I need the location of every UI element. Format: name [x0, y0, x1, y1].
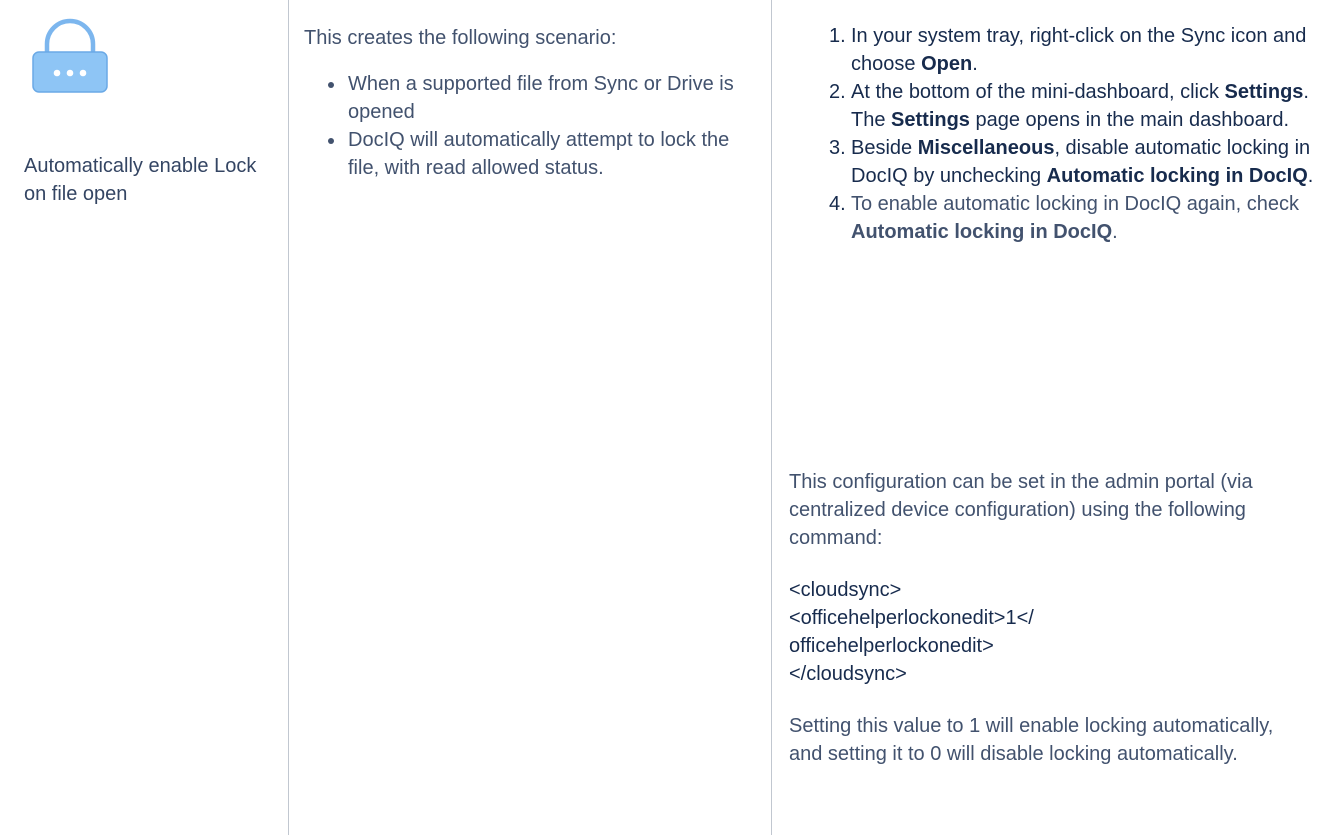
list-item: DocIQ will automatically attempt to lock… — [328, 126, 754, 182]
list-item: 3. Beside Miscellaneous, disable automati… — [789, 134, 1319, 190]
list-item: 1. In your system tray, right-click on th… — [789, 22, 1319, 78]
code-line: </cloudsync> — [789, 663, 907, 685]
config-intro: This configuration can be set in the adm… — [789, 471, 1253, 549]
list-item: When a supported file from Sync or Drive… — [328, 70, 754, 126]
bullet-text: DocIQ will automatically attempt to lock… — [348, 129, 730, 179]
feature-table: Automatically enable Lock on file open T… — [0, 0, 1333, 835]
step-number: 1. — [829, 25, 846, 47]
step-number: 4. — [829, 193, 846, 215]
scenario-list: When a supported file from Sync or Drive… — [328, 70, 754, 182]
closing-note: Setting this value to 1 will enable lock… — [789, 715, 1274, 765]
code-line: officehelperlockonedit> — [789, 635, 994, 657]
step-number: 3. — [829, 137, 846, 159]
step-text: Beside — [851, 137, 918, 159]
step-text: . — [1307, 165, 1314, 187]
step-bold: Automatic locking in DocIQ — [851, 221, 1113, 243]
column-divider — [288, 0, 289, 835]
step-bold: Automatic locking in DocIQ — [1046, 165, 1308, 187]
lock-icon — [32, 18, 108, 93]
code-line: <officehelperlockonedit>1</ — [789, 607, 1034, 629]
step-text: page opens in the main dashboard. — [969, 109, 1290, 131]
step-bold: Settings — [1224, 81, 1304, 103]
config-command: <cloudsync> <officehelperlockonedit>1</ … — [789, 576, 1309, 688]
step-text: The — [851, 109, 892, 131]
step-text: . — [972, 53, 978, 75]
code-line: <cloudsync> — [789, 579, 902, 601]
step-text: . — [1112, 221, 1118, 243]
steps-list: 1. In your system tray, right-click on th… — [789, 22, 1319, 246]
bullet-icon — [328, 82, 334, 88]
bullet-text: When a supported file from Sync or Drive… — [348, 73, 734, 123]
list-item: 2. At the bottom of the mini-dashboard, c… — [789, 78, 1319, 134]
step-bold: Miscellaneous — [917, 137, 1055, 159]
description-intro: This creates the following scenario: — [304, 27, 617, 49]
step-number: 2. — [829, 81, 846, 103]
step-text: . — [1303, 81, 1309, 103]
step-bold: Open — [921, 53, 973, 75]
step-text: In your system tray, right-click on the … — [851, 25, 1307, 75]
step-text: At the bottom of the mini-dashboard, cli… — [851, 81, 1225, 103]
step-text: To enable automatic locking in DocIQ aga… — [851, 193, 1300, 215]
step-bold: Settings — [891, 109, 970, 131]
feature-name: Automatically enable Lock on file open — [24, 155, 257, 205]
bullet-icon — [328, 138, 334, 144]
column-divider — [771, 0, 772, 835]
list-item: 4. To enable automatic locking in DocIQ a… — [789, 190, 1319, 246]
